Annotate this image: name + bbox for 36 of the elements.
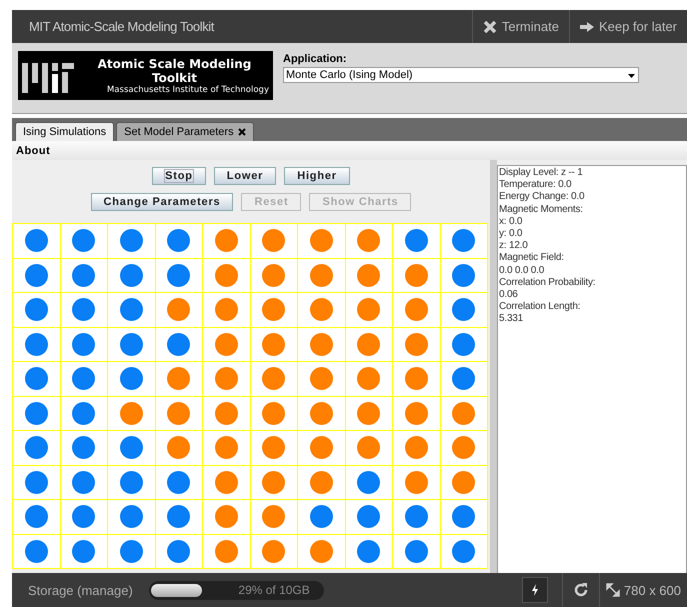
info-text: Correlation Probability: (499, 276, 596, 290)
close-icon (482, 20, 497, 34)
lightning-icon (530, 584, 539, 596)
info-text: Temperature: 0.0 (499, 179, 572, 192)
storage-text: 29% of 10GB (238, 583, 310, 597)
logo-title: Toolkit (152, 70, 198, 84)
action-button[interactable]: Stop (152, 167, 206, 185)
info-text: 0.0 0.0 0.0 (499, 264, 546, 277)
tab[interactable]: Set Model Parameters (116, 122, 254, 141)
action-button[interactable]: Lower (214, 167, 276, 185)
application-label: Application: (283, 53, 348, 65)
refresh-icon (572, 582, 589, 598)
storage-link[interactable]: Storage (manage) (12, 582, 133, 598)
info-text: 5.331 (499, 313, 524, 326)
close-icon (238, 128, 246, 136)
info-text: x: 0.0 (499, 216, 524, 228)
resize-icon (606, 583, 620, 597)
info-text: Correlation Length: (499, 301, 582, 314)
application-dropdown[interactable]: Monte Carlo (Ising Model) (283, 67, 639, 83)
info-text: z: 12.0 (499, 240, 529, 252)
info-text: 0.06 (499, 289, 519, 302)
logo-title: Atomic Scale Modeling (98, 56, 252, 70)
window-title: MIT Atomic-Scale Modeling Toolkit (28, 19, 216, 34)
flash-button[interactable] (522, 577, 548, 603)
info-text: y: 0.0 (499, 228, 524, 240)
arrow-icon (580, 22, 594, 32)
info-text: Energy Change: 0.0 (499, 191, 586, 204)
tab[interactable]: Ising Simulations (15, 122, 114, 141)
action-button[interactable]: Change Parameters (90, 193, 234, 211)
info-text: Display Level: z -- 1 (499, 167, 584, 180)
menu-item[interactable]: About (16, 144, 50, 156)
action-button[interactable]: Higher (284, 167, 350, 185)
logo-subtitle: Massachusetts Institute of Technology (106, 84, 269, 94)
info-text: Magnetic Field: (499, 252, 565, 265)
info-text: Magnetic Moments: (499, 204, 584, 216)
resize-button[interactable]: 780 x 600 (598, 573, 687, 607)
